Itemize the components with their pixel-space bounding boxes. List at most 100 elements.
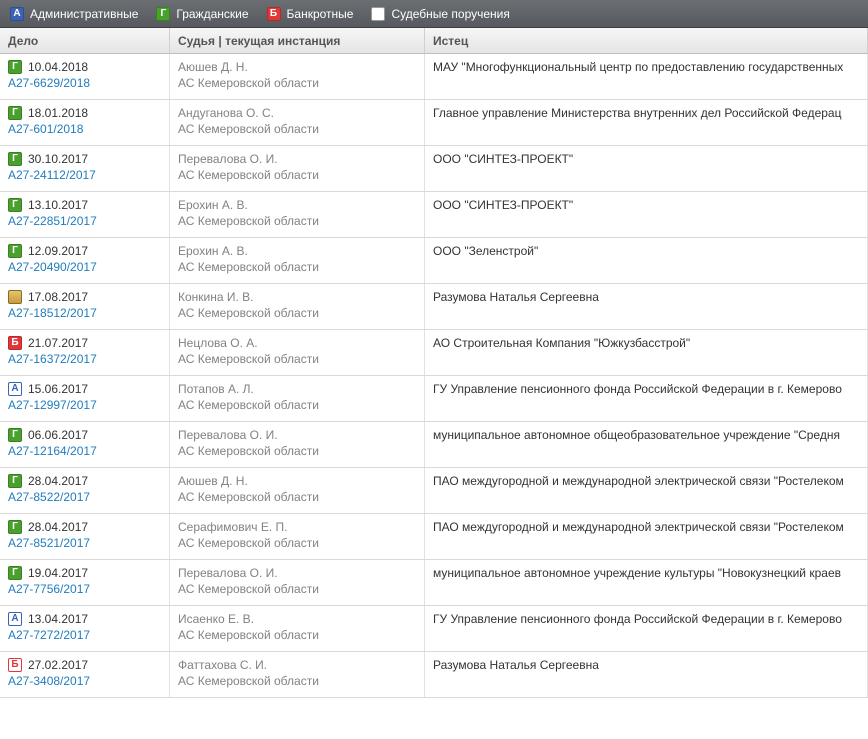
legend-admin[interactable]: А Административные <box>10 7 138 21</box>
case-date: 18.01.2018 <box>28 106 88 120</box>
case-number-link[interactable]: А27-12164/2017 <box>8 444 97 458</box>
case-number-link[interactable]: А27-8521/2017 <box>8 536 90 550</box>
cell-judge: Потапов А. Л.АС Кемеровской области <box>170 376 425 421</box>
cell-case: Г13.10.2017А27-22851/2017 <box>0 192 170 237</box>
table-row[interactable]: А13.04.2017А27-7272/2017Исаенко Е. В.АС … <box>0 606 868 652</box>
judge-name: Фаттахова С. И. <box>178 658 416 672</box>
cell-plaintiff: ООО "СИНТЕЗ-ПРОЕКТ" <box>425 146 868 191</box>
case-date: 12.09.2017 <box>28 244 88 258</box>
case-number-link[interactable]: А27-3408/2017 <box>8 674 90 688</box>
legend-assignments[interactable]: Судебные поручения <box>371 7 509 21</box>
table-row[interactable]: Г 28.04.2017 А27-8522/2017 Аюшев Д. Н. АС Ке… <box>0 468 868 514</box>
table-row[interactable]: Г30.10.2017А27-24112/2017Перевалова О. И… <box>0 146 868 192</box>
cell-plaintiff: ПАО междугородной и международной электр… <box>425 468 868 513</box>
court-name: АС Кемеровской области <box>178 490 416 504</box>
cell-case: Г 28.04.2017 А27-8522/2017 <box>0 468 170 513</box>
table-row[interactable]: Г13.10.2017А27-22851/2017Ерохин А. В.АС … <box>0 192 868 238</box>
table-row[interactable]: Г 19.04.2017 А27-7756/2017 Перевалова О. И.… <box>0 560 868 606</box>
court-name: АС Кемеровской области <box>178 214 416 228</box>
cell-plaintiff: ООО "СИНТЕЗ-ПРОЕКТ" <box>425 192 868 237</box>
table-row[interactable]: Г28.04.2017А27-8521/2017 Серафимович Е. П… <box>0 514 868 560</box>
civil-case-icon: Г <box>8 520 22 534</box>
cell-case: А 13.04.2017 А27-7272/2017 <box>0 606 170 651</box>
case-number-link[interactable]: А27-24112/2017 <box>8 168 96 182</box>
table-row[interactable]: Г18.01.2018А27-601/2018Андуганова О. С.А… <box>0 100 868 146</box>
cell-judge: Аюшев Д. Н. АС Кемеровской области <box>170 54 425 99</box>
cell-plaintiff: ООО "Зеленстрой" <box>425 238 868 283</box>
cell-case: Б27.02.2017А27-3408/2017 <box>0 652 170 697</box>
cell-case: 17.08.2017 А27-18512/2017 <box>0 284 170 329</box>
civil-case-icon: Г <box>8 474 22 488</box>
admin-case-outline-icon: А <box>8 612 22 626</box>
judge-name: Ерохин А. В. <box>178 244 416 258</box>
civil-case-icon: Г <box>8 60 22 74</box>
case-date: 13.04.2017 <box>28 612 88 626</box>
cell-case: Б21.07.2017А27-16372/2017 <box>0 330 170 375</box>
table-row[interactable]: Б27.02.2017А27-3408/2017 Фаттахова С. И. А… <box>0 652 868 698</box>
cell-plaintiff: муниципальное автономное общеобразовател… <box>425 422 868 467</box>
case-number-link[interactable]: А27-7272/2017 <box>8 628 90 642</box>
case-number-link[interactable]: А27-22851/2017 <box>8 214 97 228</box>
cell-case: Г18.01.2018А27-601/2018 <box>0 100 170 145</box>
judge-name: Андуганова О. С. <box>178 106 416 120</box>
case-number-link[interactable]: А27-8522/2017 <box>8 490 90 504</box>
case-number-link[interactable]: А27-12997/2017 <box>8 398 97 412</box>
bankruptcy-case-icon: Б <box>267 7 281 21</box>
case-date: 28.04.2017 <box>28 474 88 488</box>
case-date: 30.10.2017 <box>28 152 88 166</box>
table-row[interactable]: Г 12.09.2017 А27-20490/2017 Ерохин А. В.АС … <box>0 238 868 284</box>
case-number-link[interactable]: А27-18512/2017 <box>8 306 97 320</box>
civil-case-icon: Г <box>8 566 22 580</box>
judge-name: Ерохин А. В. <box>178 198 416 212</box>
civil-case-icon: Г <box>156 7 170 21</box>
archived-case-icon <box>8 290 22 304</box>
cell-case: Г 30.10.2017 А27-24112/2017 <box>0 146 170 191</box>
cell-plaintiff: ПАО междугородной и международной электр… <box>425 514 868 559</box>
legend-civil[interactable]: Г Гражданские <box>156 7 248 21</box>
case-date: 06.06.2017 <box>28 428 88 442</box>
table-row[interactable]: 17.08.2017А27-18512/2017Конкина И. В.АС … <box>0 284 868 330</box>
legend-bankruptcy-label: Банкротные <box>287 7 354 21</box>
cell-case: Г 06.06.2017 А27-12164/2017 <box>0 422 170 467</box>
table-row[interactable]: Б21.07.2017А27-16372/2017Нецлова О. А.АС… <box>0 330 868 376</box>
cell-plaintiff: Разумова Наталья Сергеевна <box>425 284 868 329</box>
judge-name: Исаенко Е. В. <box>178 612 416 626</box>
column-judge[interactable]: Судья | текущая инстанция <box>170 28 425 53</box>
cell-judge: Перевалова О. И.АС Кемеровской области <box>170 422 425 467</box>
civil-case-icon: Г <box>8 244 22 258</box>
legend-civil-label: Гражданские <box>176 7 248 21</box>
cell-case: Г 12.09.2017 А27-20490/2017 <box>0 238 170 283</box>
cell-plaintiff: Главное управление Министерства внутренн… <box>425 100 868 145</box>
case-number-link[interactable]: А27-20490/2017 <box>8 260 97 274</box>
case-number-link[interactable]: А27-7756/2017 <box>8 582 90 596</box>
cell-judge: Андуганова О. С.АС Кемеровской области <box>170 100 425 145</box>
court-name: АС Кемеровской области <box>178 168 416 182</box>
case-date: 17.08.2017 <box>28 290 88 304</box>
cell-case: Г28.04.2017А27-8521/2017 <box>0 514 170 559</box>
case-date: 21.07.2017 <box>28 336 88 350</box>
case-number-link[interactable]: А27-16372/2017 <box>8 352 97 366</box>
column-plaintiff[interactable]: Истец <box>425 28 868 53</box>
court-name: АС Кемеровской области <box>178 76 416 90</box>
case-date: 19.04.2017 <box>28 566 88 580</box>
judge-name: Аюшев Д. Н. <box>178 60 416 74</box>
cell-judge: Аюшев Д. Н. АС Кемеровской области <box>170 468 425 513</box>
cases-table-body: Г10.04.2018А27-6629/2018Аюшев Д. Н.АС Ке… <box>0 54 868 739</box>
civil-case-icon: Г <box>8 428 22 442</box>
table-row[interactable]: Г 06.06.2017 А27-12164/2017 Перевалова О. И… <box>0 422 868 468</box>
case-date: 13.10.2017 <box>28 198 88 212</box>
judge-name: Конкина И. В. <box>178 290 416 304</box>
civil-case-icon: Г <box>8 152 22 166</box>
judge-name: Серафимович Е. П. <box>178 520 416 534</box>
table-row[interactable]: Г10.04.2018А27-6629/2018Аюшев Д. Н.АС Ке… <box>0 54 868 100</box>
table-row[interactable]: А15.06.2017А27-12997/2017Потапов А. Л.АС… <box>0 376 868 422</box>
case-number-link[interactable]: А27-601/2018 <box>8 122 83 136</box>
case-number-link[interactable]: А27-6629/2018 <box>8 76 90 90</box>
case-type-legend: А Административные Г Гражданские Б Банкр… <box>0 0 868 28</box>
cell-judge: Ерохин А. В.АС Кемеровской области <box>170 238 425 283</box>
column-case[interactable]: Дело <box>0 28 170 53</box>
cell-judge: Перевалова О. И.АС Кемеровской области <box>170 560 425 605</box>
cell-judge: Ерохин А. В. АС Кемеровской области <box>170 192 425 237</box>
legend-bankruptcy[interactable]: Б Банкротные <box>267 7 354 21</box>
judge-name: Аюшев Д. Н. <box>178 474 416 488</box>
